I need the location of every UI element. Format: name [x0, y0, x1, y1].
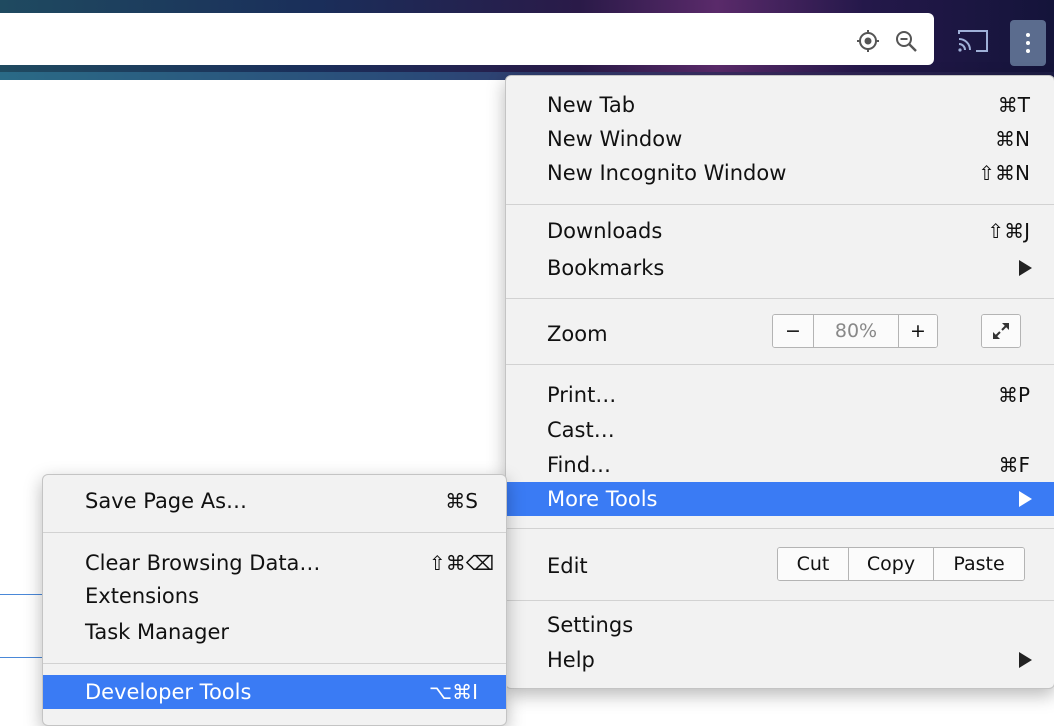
menu-item-label: Downloads — [547, 219, 663, 243]
edit-controls: Cut Copy Paste — [777, 547, 1025, 581]
submenu-arrow-icon — [1019, 652, 1032, 668]
fullscreen-icon — [982, 315, 1020, 347]
menu-item-label: Save Page As… — [85, 489, 248, 513]
menu-item-label: Bookmarks — [547, 256, 665, 280]
shortcut-label: ⌘F — [998, 453, 1030, 477]
page-divider-1 — [0, 594, 42, 595]
fullscreen-button[interactable] — [981, 314, 1021, 348]
menu-item-help[interactable]: Help — [506, 643, 1054, 677]
address-bar[interactable] — [0, 13, 934, 65]
menu-item-new-incognito-window[interactable]: New Incognito Window ⇧⌘N — [506, 156, 1054, 190]
menu-item-label: More Tools — [547, 487, 658, 511]
crosshair-icon[interactable] — [855, 28, 881, 54]
menu-item-more-tools[interactable]: More Tools — [506, 482, 1054, 516]
menu-item-label: Help — [547, 648, 595, 672]
menu-item-label: Print… — [547, 383, 617, 407]
kebab-menu-icon[interactable] — [1010, 20, 1046, 66]
menu-item-label: Cast… — [547, 418, 615, 442]
menu-separator — [506, 204, 1054, 205]
submenu-arrow-icon — [1019, 260, 1032, 276]
menu-separator — [43, 532, 506, 533]
menu-item-label: Settings — [547, 613, 634, 637]
menu-separator — [506, 528, 1054, 529]
menu-item-find[interactable]: Find… ⌘F — [506, 448, 1054, 482]
page-divider-2 — [0, 657, 42, 658]
submenu-item-save-page-as[interactable]: Save Page As… ⌘S — [43, 484, 506, 518]
menu-item-label: New Window — [547, 127, 683, 151]
menu-item-label: New Incognito Window — [547, 161, 787, 185]
submenu-item-extensions[interactable]: Extensions — [43, 579, 506, 613]
submenu-item-developer-tools[interactable]: Developer Tools ⌥⌘I — [43, 675, 506, 709]
menu-item-label: Task Manager — [85, 620, 230, 644]
submenu-arrow-icon — [1019, 491, 1032, 507]
menu-item-label: Clear Browsing Data… — [85, 551, 321, 575]
menu-separator — [43, 663, 506, 664]
menu-item-new-tab[interactable]: New Tab ⌘T — [506, 88, 1054, 122]
menu-item-new-window[interactable]: New Window ⌘N — [506, 122, 1054, 156]
menu-item-label: Find… — [547, 453, 612, 477]
menu-item-downloads[interactable]: Downloads ⇧⌘J — [506, 214, 1054, 248]
menu-item-print[interactable]: Print… ⌘P — [506, 378, 1054, 412]
shortcut-label: ⌘S — [445, 489, 478, 513]
chrome-main-menu: New Tab ⌘T New Window ⌘N New Incognito W… — [505, 75, 1054, 689]
zoom-level: 80% — [814, 315, 899, 347]
menu-separator — [506, 298, 1054, 299]
zoom-in-button[interactable]: + — [899, 315, 937, 347]
copy-button[interactable]: Copy — [849, 548, 934, 580]
paste-button[interactable]: Paste — [934, 548, 1024, 580]
cast-icon[interactable] — [955, 26, 991, 56]
shortcut-label: ⇧⌘N — [978, 161, 1030, 185]
zoom-controls: − 80% + — [772, 314, 938, 348]
menu-item-bookmarks[interactable]: Bookmarks — [506, 251, 1054, 285]
shortcut-label: ⌥⌘I — [429, 680, 478, 704]
menu-item-settings[interactable]: Settings — [506, 608, 1054, 642]
shortcut-label: ⇧⌘J — [987, 219, 1030, 243]
shortcut-label: ⌘N — [995, 127, 1030, 151]
submenu-item-task-manager[interactable]: Task Manager — [43, 615, 506, 649]
submenu-item-clear-browsing-data[interactable]: Clear Browsing Data… ⇧⌘⌫ — [43, 546, 506, 580]
shortcut-label: ⌘T — [997, 93, 1030, 117]
shortcut-label: ⌘P — [997, 383, 1030, 407]
cut-button[interactable]: Cut — [778, 548, 849, 580]
zoom-out-icon[interactable] — [893, 28, 919, 54]
menu-separator — [506, 600, 1054, 601]
menu-separator — [506, 364, 1054, 365]
menu-item-label: Zoom — [547, 322, 608, 346]
menu-item-label: Extensions — [85, 584, 200, 608]
zoom-out-button[interactable]: − — [773, 315, 814, 347]
shortcut-label: ⇧⌘⌫ — [428, 551, 494, 575]
menu-item-label: New Tab — [547, 93, 636, 117]
menu-item-label: Edit — [547, 554, 588, 578]
menu-item-label: Developer Tools — [85, 680, 252, 704]
more-tools-submenu: Save Page As… ⌘S Clear Browsing Data… ⇧⌘… — [42, 474, 507, 726]
menu-item-cast[interactable]: Cast… — [506, 413, 1054, 447]
